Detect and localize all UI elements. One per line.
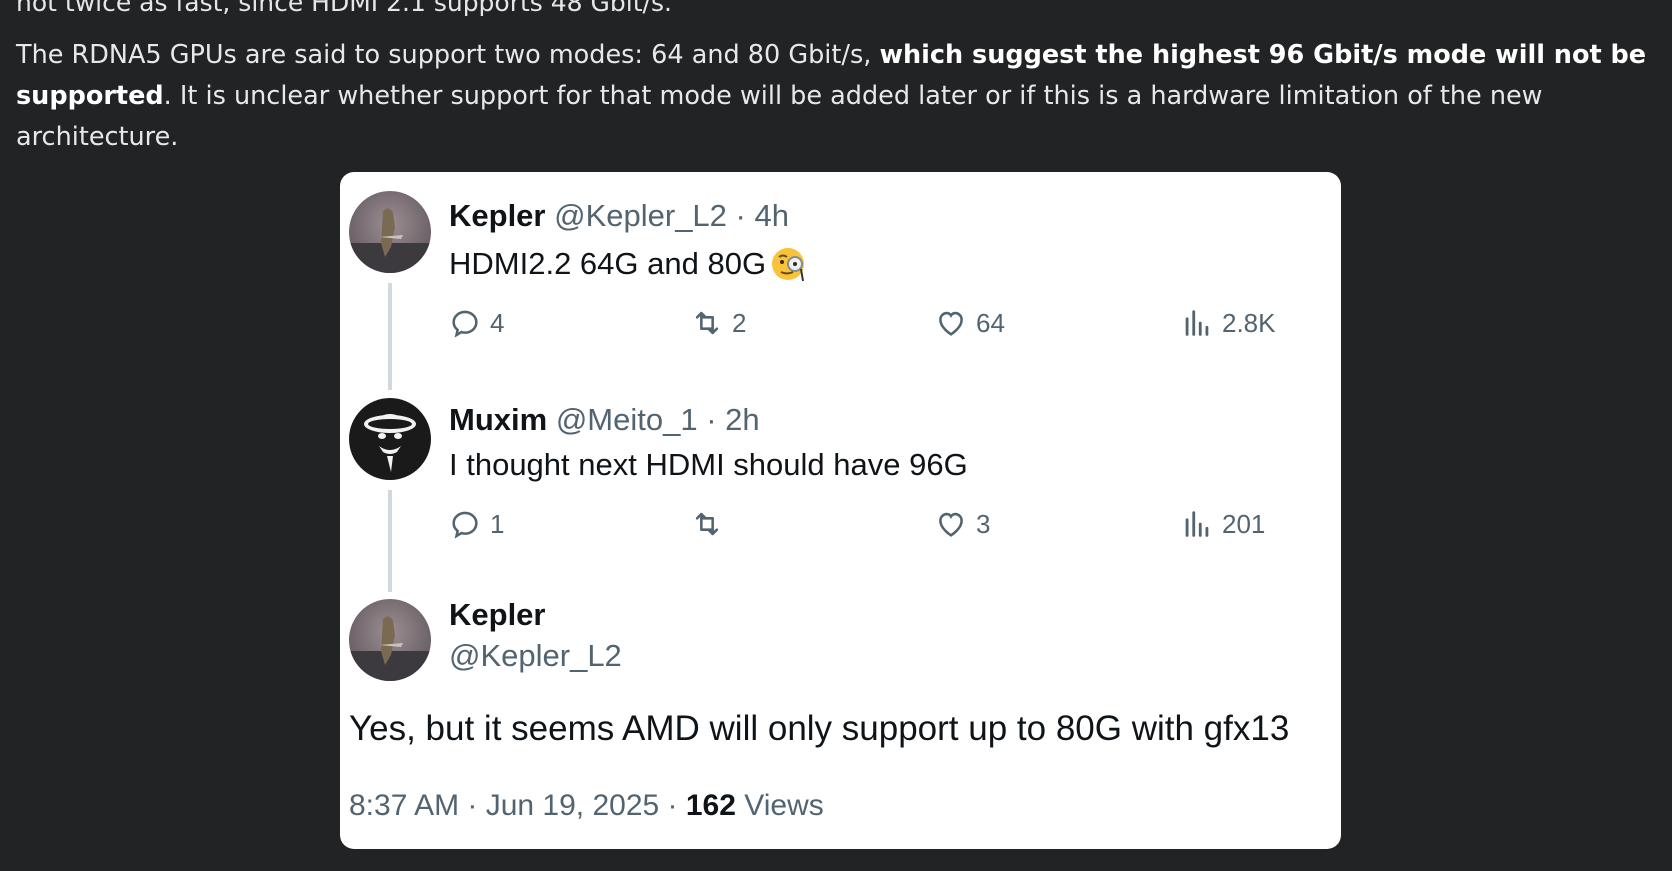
timestamp-date: 8:37 AM · Jun 19, 2025 · [349, 789, 686, 822]
main-author-name[interactable]: Kepler [449, 597, 545, 633]
tweet-text-2: I thought next HDMI should have 96G [449, 447, 968, 482]
views-label: Views [735, 789, 824, 822]
bar-chart-icon [1185, 511, 1209, 537]
tweet-author-name-2[interactable]: Muxim [449, 402, 547, 437]
like-button[interactable]: 64 [934, 306, 1005, 340]
view-count-2: 201 [1222, 508, 1266, 539]
bar-chart-icon [1185, 310, 1209, 336]
embedded-tweet-card[interactable]: Kepler @Kepler_L2 · 4h HDMI2.2 64G and 8… [340, 172, 1341, 849]
view-count: 2.8K [1222, 307, 1276, 338]
tweet-time-2[interactable]: 2h [725, 402, 759, 437]
reply-icon [452, 511, 478, 539]
tweet-text-content: HDMI2.2 64G and 80G [449, 246, 767, 281]
reply-count-2: 1 [490, 508, 505, 539]
monocle-emoji-icon [772, 248, 805, 282]
tweet-header: Kepler @Kepler_L2 · 4h [449, 197, 789, 235]
article-cut-line: not twice as fast, since HDMI 2.1 suppor… [16, 0, 672, 17]
retweet-icon [695, 311, 719, 335]
reply-button-2[interactable]: 1 [448, 507, 504, 541]
tweet-author-handle-2[interactable]: @Meito_1 [556, 402, 698, 437]
views-button[interactable]: 2.8K [1180, 306, 1276, 340]
heart-icon [939, 311, 963, 336]
thread-line-2 [388, 490, 392, 592]
article-paragraph: The RDNA5 GPUs are said to support two m… [16, 35, 1656, 158]
separator-dot: · [735, 198, 746, 233]
like-count-2: 3 [976, 508, 991, 539]
reply-count: 4 [490, 307, 505, 338]
tweet-text: HDMI2.2 64G and 80G [449, 244, 808, 284]
retweet-button-2[interactable] [690, 507, 732, 541]
views-count: 162 [685, 789, 736, 822]
retweet-icon [695, 512, 719, 536]
tweet-timestamp[interactable]: 8:37 AM · Jun 19, 2025 · 162 Views [349, 789, 824, 823]
thread-line [388, 283, 392, 390]
like-count: 64 [976, 307, 1005, 338]
tweet-time[interactable]: 4h [755, 198, 789, 233]
retweet-button[interactable]: 2 [690, 306, 746, 340]
reply-icon [452, 310, 478, 338]
avatar-kepler-main[interactable] [349, 599, 431, 681]
avatar-kepler[interactable] [349, 191, 431, 273]
main-tweet-text: Yes, but it seems AMD will only support … [349, 709, 1290, 748]
separator-dot-2: · [706, 402, 717, 437]
views-button-2[interactable]: 201 [1180, 507, 1265, 541]
tweet-author-handle[interactable]: @Kepler_L2 [554, 198, 727, 233]
retweet-count: 2 [732, 307, 747, 338]
tweet-header-2: Muxim @Meito_1 · 2h [449, 401, 760, 439]
heart-icon [939, 512, 963, 537]
article-text-end: . It is unclear whether support for that… [16, 81, 1543, 152]
article-text-start: The RDNA5 GPUs are said to support two m… [16, 40, 880, 70]
main-author-handle[interactable]: @Kepler_L2 [449, 638, 622, 674]
like-button-2[interactable]: 3 [934, 507, 990, 541]
avatar-muxim[interactable] [349, 398, 431, 480]
tweet-author-name[interactable]: Kepler [449, 198, 545, 233]
reply-button[interactable]: 4 [448, 306, 504, 340]
